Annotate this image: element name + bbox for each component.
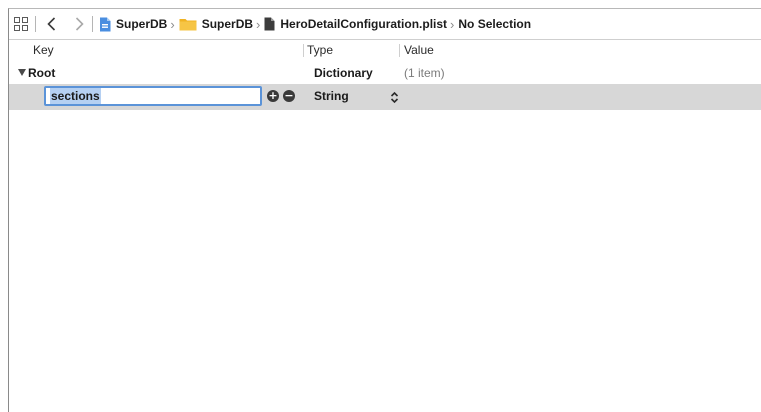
folder-icon (179, 17, 197, 31)
row-value: (1 item) (404, 66, 445, 80)
breadcrumb-label: SuperDB (201, 17, 254, 31)
column-header-key[interactable]: Key (33, 43, 54, 57)
row-key: Root (28, 66, 56, 80)
remove-row-icon[interactable]: − (283, 90, 295, 102)
forward-chevron-icon[interactable] (72, 14, 86, 34)
related-items-grid-icon[interactable] (13, 14, 29, 34)
plist-file-icon (264, 17, 275, 31)
column-header-row: Key Type Value (9, 41, 761, 59)
jump-bar-divider (92, 16, 93, 32)
breadcrumb-folder[interactable]: SuperDB (179, 17, 253, 31)
project-icon (99, 17, 111, 32)
plist-editor-window: SuperDB › SuperDB › HeroDetailConfigurat… (8, 8, 761, 412)
add-row-icon[interactable]: + (267, 90, 279, 102)
key-edit-field[interactable]: sections (44, 86, 262, 106)
plist-row-root[interactable]: Root Dictionary (1 item) (9, 63, 761, 83)
row-type[interactable]: String (314, 89, 349, 103)
breadcrumb-chevron-icon: › (450, 16, 455, 32)
column-divider[interactable] (399, 44, 400, 57)
breadcrumb-chevron-icon: › (256, 16, 261, 32)
column-divider[interactable] (303, 44, 304, 57)
breadcrumb-file[interactable]: HeroDetailConfiguration.plist (264, 17, 447, 31)
breadcrumb-chevron-icon: › (170, 16, 175, 32)
breadcrumb-label: HeroDetailConfiguration.plist (280, 17, 448, 31)
plist-row-sections[interactable]: sections + − String (9, 84, 761, 110)
column-header-type[interactable]: Type (307, 43, 333, 57)
breadcrumb-label: SuperDB (116, 17, 168, 31)
type-popup-stepper-icon[interactable] (389, 90, 399, 104)
key-edit-text: sections (50, 88, 101, 104)
disclosure-triangle-icon[interactable] (18, 69, 26, 76)
jump-bar: SuperDB › SuperDB › HeroDetailConfigurat… (9, 9, 761, 40)
row-type[interactable]: Dictionary (314, 66, 373, 80)
column-header-value[interactable]: Value (404, 43, 434, 57)
back-chevron-icon[interactable] (44, 14, 58, 34)
breadcrumb-no-selection[interactable]: No Selection (458, 17, 531, 31)
breadcrumb-project[interactable]: SuperDB (99, 17, 167, 32)
breadcrumb-label: No Selection (458, 17, 532, 31)
jump-bar-divider (35, 16, 36, 32)
